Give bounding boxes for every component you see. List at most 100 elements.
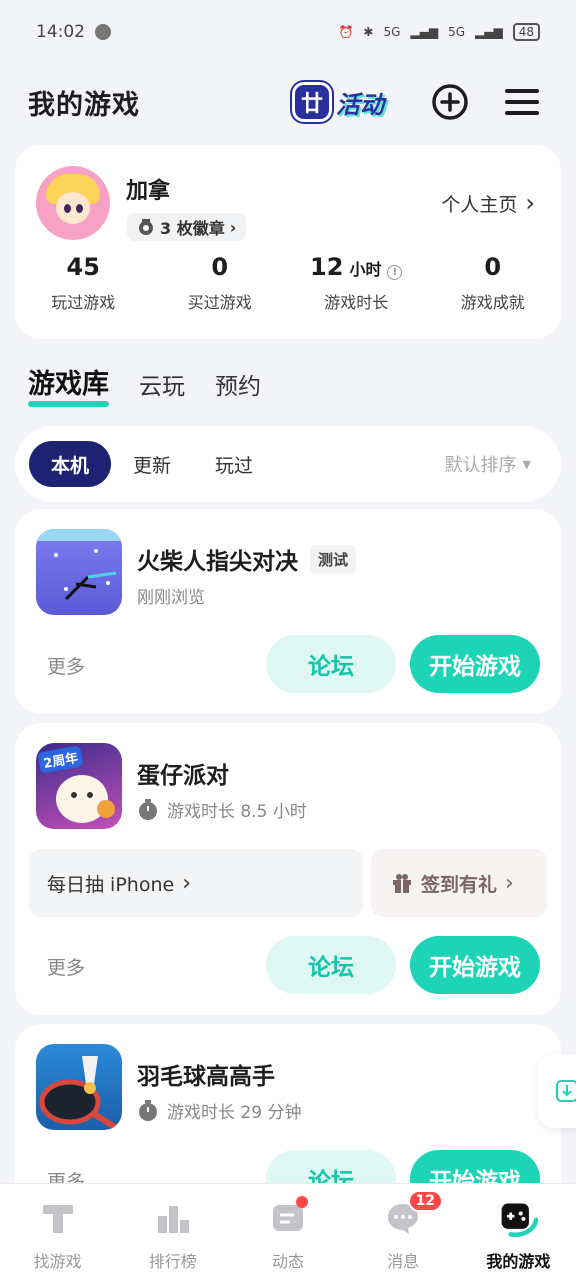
status-bar: 14:02 ⏰ ✱ 5G ▂▄▆ 5G ▂▄▆ 48 — [0, 0, 576, 64]
filter-local[interactable]: 本机 — [29, 441, 112, 487]
activity-button[interactable]: 廿 活动 — [292, 78, 402, 126]
gamepad-icon — [498, 1198, 539, 1238]
nav-feed[interactable]: 动态 — [230, 1184, 345, 1280]
nav-label: 动态 — [271, 1252, 304, 1271]
game-title: 火柴人指尖对决 测试 — [137, 542, 357, 576]
floating-download-button[interactable] — [538, 1054, 576, 1128]
nav-label: 消息 — [387, 1252, 420, 1271]
game-subtitle: 刚刚浏览 — [137, 588, 205, 608]
nav-label: 排行榜 — [148, 1252, 197, 1271]
voice-icon — [95, 24, 111, 40]
badge-chip[interactable]: 3 枚徽章 › — [127, 213, 247, 241]
battery-indicator: 48 — [512, 23, 540, 41]
chevron-right-icon: › — [182, 870, 191, 896]
nav-my-games[interactable]: 我的游戏 — [461, 1184, 576, 1280]
signal-1: 5G — [383, 25, 401, 39]
game-card[interactable]: 2周年 蛋仔派对 游戏时长 8.5 小时 每日抽 iPhone › 签到有礼 ›… — [15, 723, 561, 1015]
stat-label: 买过游戏 — [187, 293, 252, 312]
plus-circle-icon — [432, 84, 468, 120]
stat-value: 12 — [310, 253, 344, 281]
nav-find-game[interactable]: 找游戏 — [0, 1184, 115, 1280]
sort-dropdown[interactable]: 默认排序 ▼ — [445, 451, 531, 477]
game-name: 火柴人指尖对决 — [137, 549, 298, 575]
filter-played[interactable]: 玩过 — [193, 441, 275, 487]
stats-row: 45 玩过游戏 0 买过游戏 12 小时 ! 游戏时长 0 游戏成就 — [15, 253, 561, 313]
more-button[interactable]: 更多 — [47, 652, 85, 679]
test-tag: 测试 — [310, 544, 357, 574]
more-button[interactable]: 更多 — [47, 953, 85, 980]
game-title: 羽毛球高高手 — [137, 1057, 275, 1091]
clock: 14:02 — [36, 22, 85, 42]
promo-checkin-gift[interactable]: 签到有礼 › — [371, 849, 547, 917]
tab-cloud-play[interactable]: 云玩 — [139, 367, 185, 401]
stat-value: 0 — [484, 253, 502, 281]
game-card[interactable]: 火柴人指尖对决 测试 刚刚浏览 更多 论坛 开始游戏 — [15, 509, 561, 714]
activity-label: 活动 — [336, 90, 384, 119]
game-name: 蛋仔派对 — [137, 763, 229, 789]
menu-button[interactable] — [502, 82, 542, 122]
stat-label: 玩过游戏 — [51, 293, 116, 312]
caret-down-icon: ▼ — [522, 457, 531, 471]
alarm-icon: ⏰ — [338, 25, 354, 39]
stat-label: 游戏时长 — [324, 293, 389, 312]
promo-iphone-draw[interactable]: 每日抽 iPhone › — [29, 849, 363, 917]
stat-achievements[interactable]: 0 游戏成就 — [425, 253, 562, 313]
info-icon[interactable]: ! — [387, 265, 403, 280]
stopwatch-icon — [139, 798, 157, 820]
stat-played[interactable]: 45 玩过游戏 — [15, 253, 152, 313]
stat-unit: 小时 — [349, 260, 382, 279]
medal-icon — [139, 219, 153, 235]
profile-link-label: 个人主页 — [441, 193, 518, 216]
game-subtitle: 游戏时长 8.5 小时 — [137, 797, 307, 822]
nav-ranking[interactable]: 排行榜 — [115, 1184, 230, 1280]
stat-label: 游戏成就 — [460, 293, 525, 312]
signal-bars-2-icon: ▂▄▆ — [475, 25, 503, 39]
stat-playtime[interactable]: 12 小时 ! 游戏时长 — [288, 253, 425, 313]
nav-label: 我的游戏 — [486, 1252, 551, 1271]
forum-button[interactable]: 论坛 — [266, 635, 396, 693]
filter-updates[interactable]: 更新 — [111, 441, 193, 487]
header: 我的游戏 廿 活动 — [0, 70, 576, 134]
stat-value: 0 — [211, 253, 229, 281]
add-button[interactable] — [430, 82, 470, 122]
start-game-button[interactable]: 开始游戏 — [410, 635, 540, 693]
chevron-right-icon: › — [229, 217, 237, 237]
badminton-icon — [39, 1056, 122, 1130]
stopwatch-icon — [139, 1099, 157, 1121]
bluetooth-icon: ✱ — [363, 25, 374, 39]
signal-bars-1-icon: ▂▄▆ — [410, 25, 439, 39]
download-icon — [556, 1080, 576, 1102]
user-name: 加拿 — [126, 179, 171, 204]
game-icon-badminton[interactable] — [36, 1044, 122, 1130]
playtime-text: 游戏时长 29 分钟 — [167, 1103, 302, 1123]
game-icon-stickman[interactable] — [36, 529, 122, 615]
avatar[interactable] — [36, 166, 110, 240]
promo-left-label: 每日抽 iPhone — [47, 873, 175, 896]
game-icon-eggy-party[interactable]: 2周年 — [36, 743, 122, 829]
tv-icon: 廿 — [292, 82, 332, 122]
bottom-nav: 找游戏 排行榜 动态 12 消息 我的游戏 — [0, 1183, 576, 1280]
start-game-button[interactable]: 开始游戏 — [410, 936, 540, 994]
chevron-right-icon: › — [525, 189, 535, 217]
badge-count: 3 枚徽章 — [160, 219, 225, 238]
message-count-badge: 12 — [407, 1190, 444, 1212]
ranking-icon — [153, 1198, 193, 1238]
filter-bar: 本机 更新 玩过 默认排序 ▼ — [15, 426, 561, 502]
stat-bought[interactable]: 0 买过游戏 — [152, 253, 289, 313]
nav-label: 找游戏 — [33, 1252, 82, 1271]
nav-messages[interactable]: 12 消息 — [346, 1184, 461, 1280]
game-title: 蛋仔派对 — [137, 756, 229, 790]
forum-button[interactable]: 论坛 — [266, 936, 396, 994]
page-title: 我的游戏 — [28, 89, 140, 121]
promo-right-label: 签到有礼 — [421, 873, 498, 896]
profile-home-link[interactable]: 个人主页 › — [441, 189, 535, 217]
game-subtitle: 游戏时长 29 分钟 — [137, 1098, 301, 1123]
tab-reservations[interactable]: 预约 — [215, 367, 261, 401]
stat-value: 45 — [66, 253, 100, 281]
signal-2: 5G — [448, 25, 466, 39]
find-game-icon — [38, 1198, 78, 1238]
sort-label: 默认排序 — [444, 455, 517, 476]
chevron-right-icon: › — [505, 870, 514, 896]
game-name: 羽毛球高高手 — [137, 1064, 275, 1090]
tab-game-library[interactable]: 游戏库 — [28, 362, 109, 407]
